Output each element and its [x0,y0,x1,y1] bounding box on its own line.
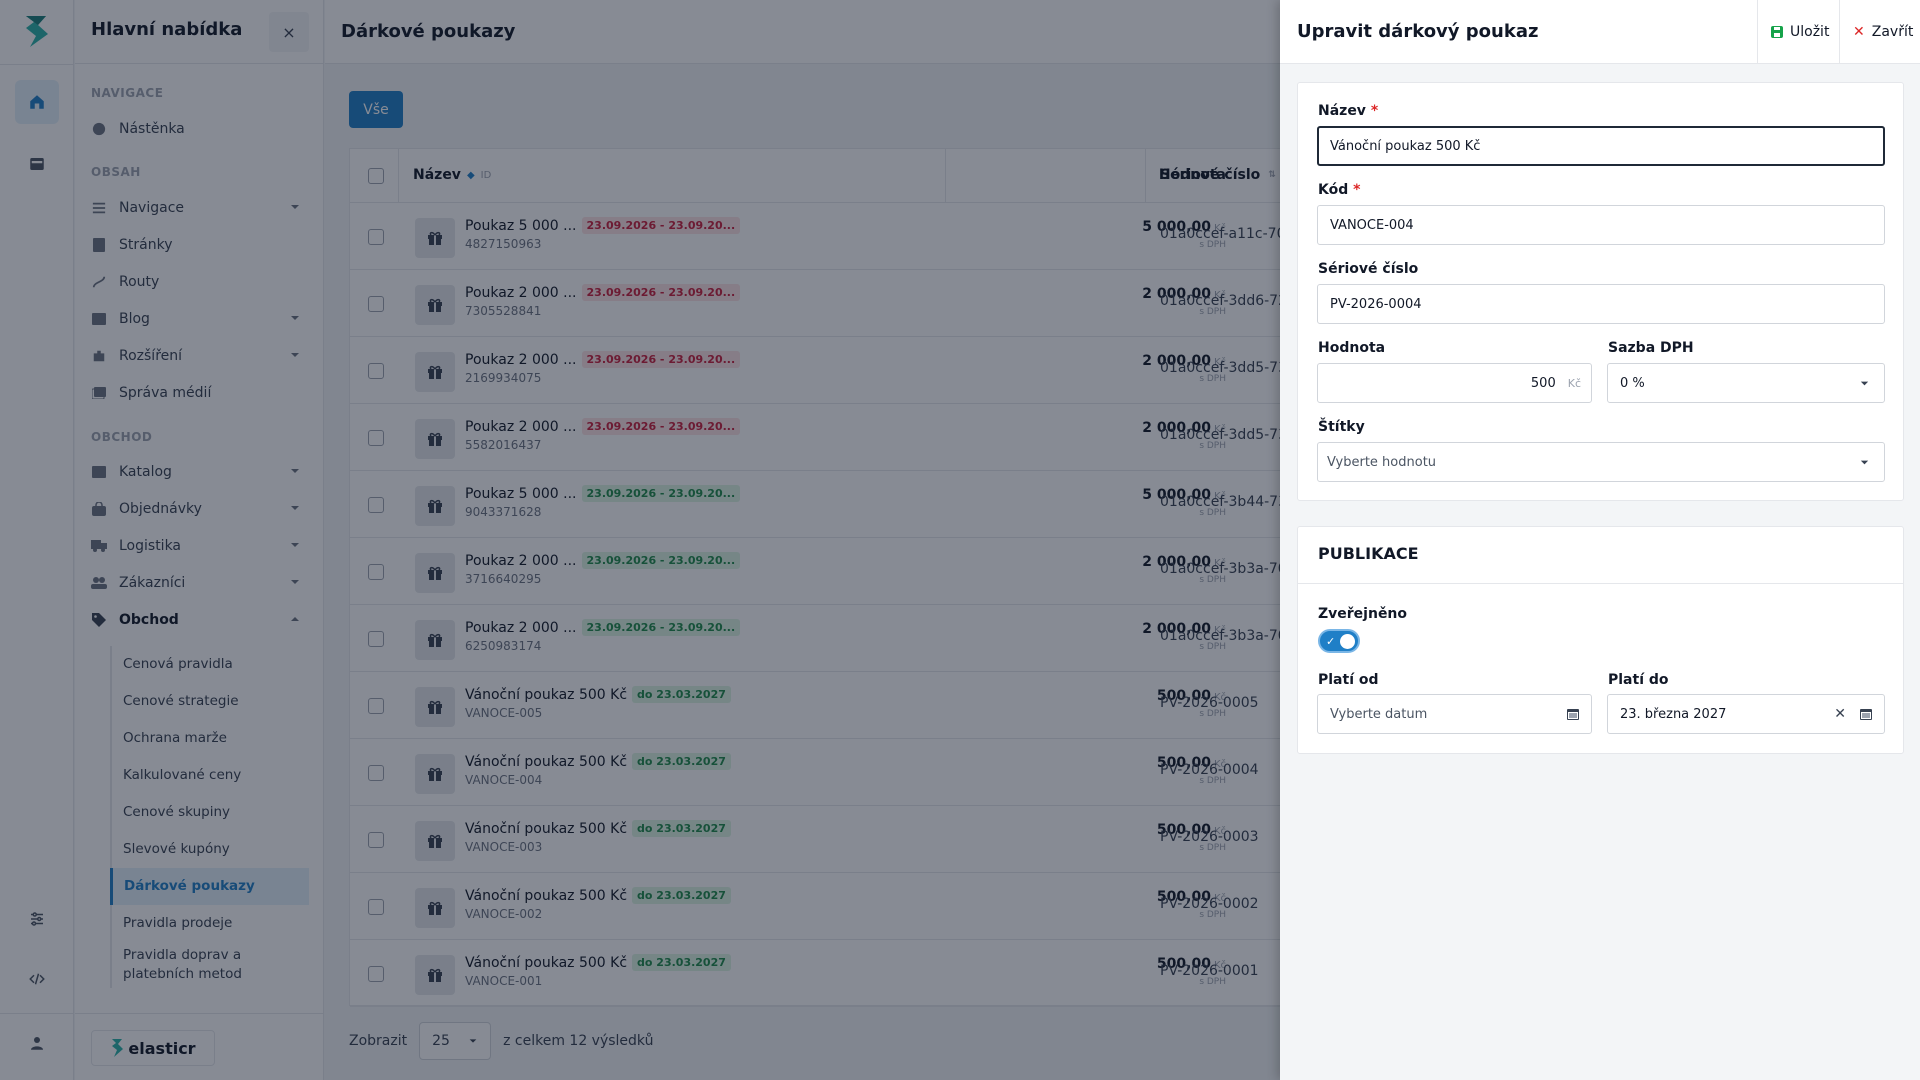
close-icon: ✕ [1853,24,1865,40]
save-icon [1771,26,1783,38]
valid-from-placeholder: Vyberte datum [1330,706,1428,722]
card-divider [1298,583,1903,584]
name-label: Název * [1318,103,1379,119]
serial-label: Sériové číslo [1318,261,1419,277]
published-toggle[interactable]: ✓ [1318,629,1360,653]
code-label: Kód * [1318,182,1361,198]
value-input[interactable]: 500 Kč [1317,363,1592,403]
value-unit: Kč [1567,376,1581,390]
calendar-icon[interactable] [1567,708,1579,720]
chevron-down-icon [1859,378,1870,389]
required-mark: * [1353,182,1361,198]
valid-to-label: Platí do [1608,672,1669,688]
close-label: Zavřít [1871,24,1914,40]
serial-input[interactable]: PV-2026-0004 [1317,284,1885,324]
published-label: Zveřejněno [1318,606,1408,622]
valid-to-input[interactable]: 23. března 2027 ✕ [1607,694,1885,734]
code-input[interactable]: VANOCE-004 [1317,205,1885,245]
tags-placeholder: Vyberte hodnotu [1327,454,1437,470]
clear-icon[interactable]: ✕ [1834,706,1846,722]
vat-value: 0 % [1620,375,1645,391]
required-mark: * [1370,103,1379,119]
toggle-knob [1340,634,1355,649]
tags-select[interactable]: Vyberte hodnotu [1317,442,1885,482]
close-button[interactable]: ✕ Zavřít [1839,0,1920,64]
vat-label: Sazba DPH [1608,340,1694,356]
value-amount: 500 [1530,375,1556,391]
calendar-icon[interactable] [1860,708,1872,720]
vat-select[interactable]: 0 % [1607,363,1885,403]
panel-title: Upravit dárkový poukaz [1297,21,1539,42]
save-label: Uložit [1790,24,1830,40]
publication-title: PUBLIKACE [1318,544,1419,563]
modal-backdrop[interactable] [0,0,1280,1080]
name-input[interactable]: Vánoční poukaz 500 Kč [1317,126,1885,166]
panel-header: Upravit dárkový poukaz Uložit ✕ Zavřít [1280,0,1920,64]
value-label: Hodnota [1318,340,1386,356]
publication-card: PUBLIKACE Zveřejněno ✓ Platí od Vyberte … [1297,526,1904,754]
valid-from-label: Platí od [1318,672,1379,688]
edit-voucher-panel: Upravit dárkový poukaz Uložit ✕ Zavřít N… [1280,0,1920,1080]
tags-label: Štítky [1318,419,1365,435]
save-button[interactable]: Uložit [1757,0,1839,64]
valid-from-input[interactable]: Vyberte datum [1317,694,1592,734]
voucher-details-card: Název * Vánoční poukaz 500 Kč Kód * VANO… [1297,82,1904,501]
valid-to-value: 23. března 2027 [1620,706,1727,722]
check-icon: ✓ [1326,635,1336,648]
chevron-down-icon [1859,457,1870,468]
